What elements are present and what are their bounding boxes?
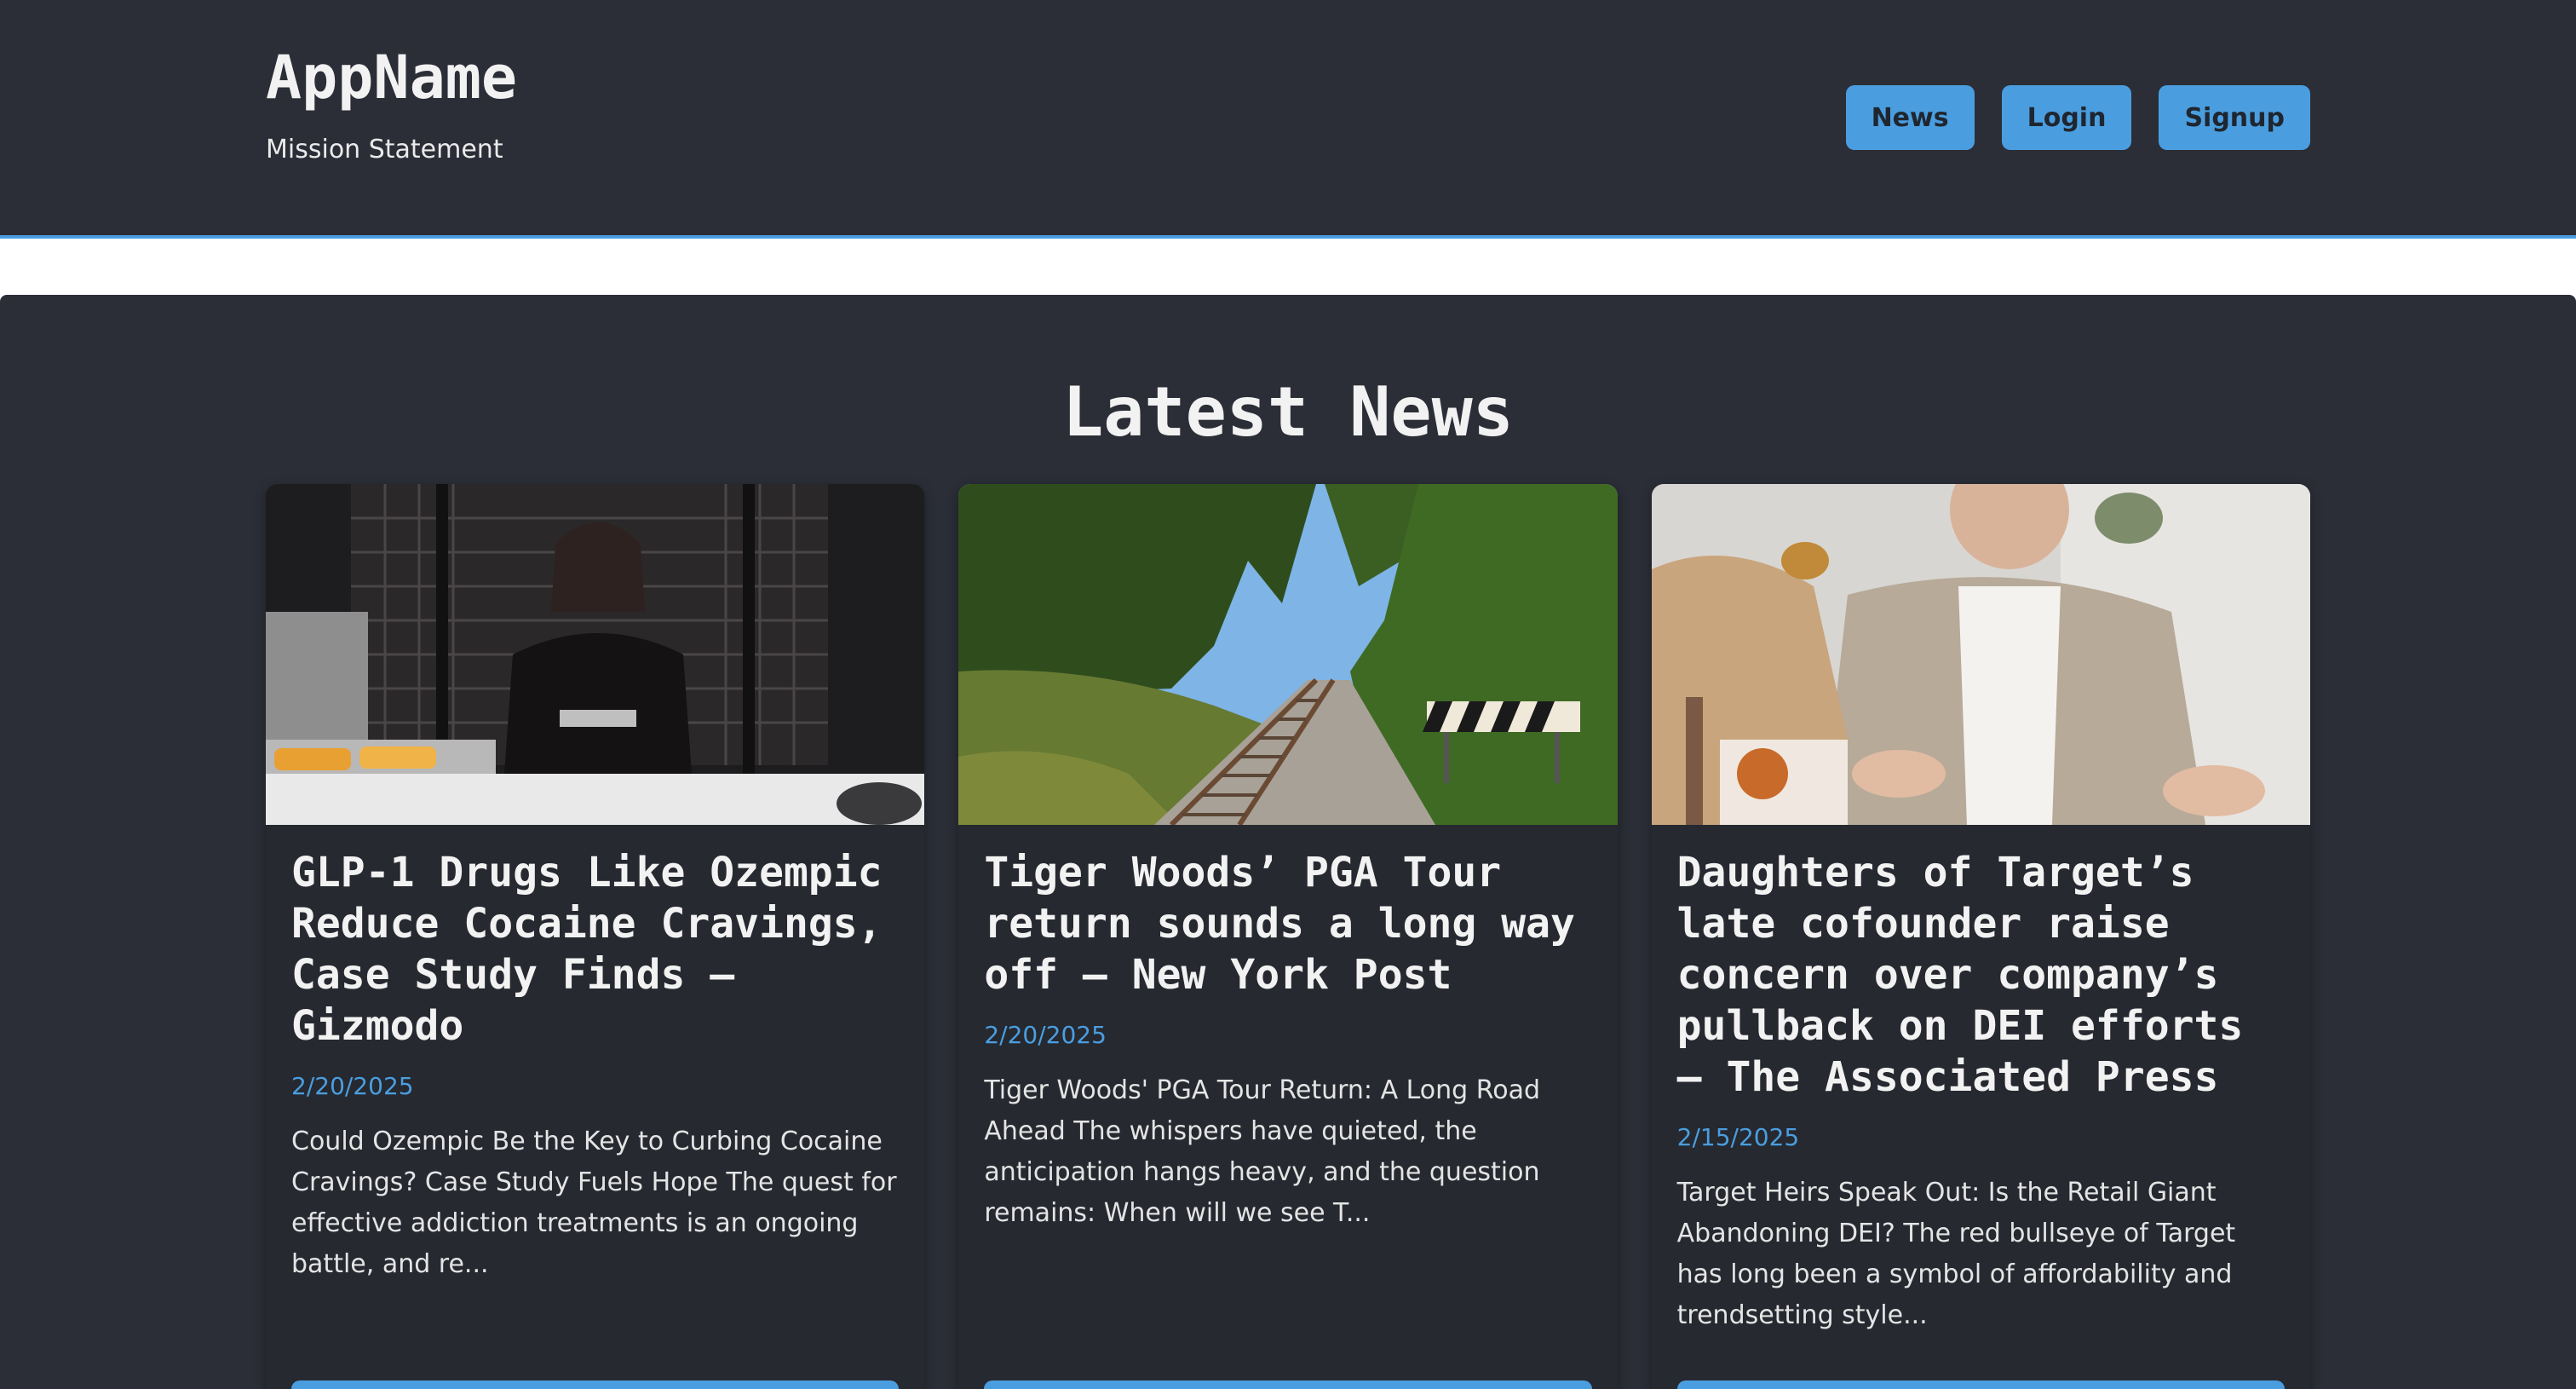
card-image[interactable] <box>1651 484 2310 825</box>
card-body: Tiger Woods’ PGA Tour return sounds a lo… <box>958 825 1617 1234</box>
card-body: Daughters of Target’s late cofounder rai… <box>1652 825 2310 1336</box>
login-button[interactable]: Login <box>2001 85 2132 150</box>
card-title[interactable]: Tiger Woods’ PGA Tour return sounds a lo… <box>984 847 1591 1000</box>
card-excerpt: Target Heirs Speak Out: Is the Retail Gi… <box>1676 1178 2236 1330</box>
app-name[interactable]: AppName <box>266 37 517 118</box>
section-title: Latest News <box>1062 372 1514 452</box>
news-card[interactable]: Daughters of Target’s late cofounder rai… <box>1651 484 2310 1389</box>
card-title[interactable]: Daughters of Target’s late cofounder rai… <box>1677 847 2285 1103</box>
card-title[interactable]: GLP-1 Drugs Like Ozempic Reduce Cocaine … <box>291 847 899 1052</box>
page: AppName Mission Statement News Login Sig… <box>0 0 2576 1389</box>
read-more-button[interactable] <box>984 1380 1592 1389</box>
news-card[interactable]: Tiger Woods’ PGA Tour return sounds a lo… <box>958 484 1618 1389</box>
news-section: Latest News GLP-1 Drugs Like Ozempic Red… <box>0 295 2576 1389</box>
card-body: GLP-1 Drugs Like Ozempic Reduce Cocaine … <box>266 825 924 1285</box>
news-card-list: GLP-1 Drugs Like Ozempic Reduce Cocaine … <box>266 484 2310 1389</box>
read-more-button[interactable] <box>291 1380 900 1389</box>
card-image[interactable] <box>958 484 1618 825</box>
news-card[interactable]: GLP-1 Drugs Like Ozempic Reduce Cocaine … <box>266 484 925 1389</box>
read-more-button[interactable] <box>1676 1380 2285 1389</box>
site-header: AppName Mission Statement News Login Sig… <box>0 0 2576 239</box>
card-date: 2/20/2025 <box>291 1072 414 1100</box>
card-excerpt: Could Ozempic Be the Key to Curbing Coca… <box>291 1127 897 1279</box>
card-date: 2/15/2025 <box>1676 1123 1800 1151</box>
card-image[interactable] <box>266 484 925 825</box>
top-nav: News Login Signup <box>1845 85 2310 150</box>
mission-statement: Mission Statement <box>266 135 503 164</box>
news-button[interactable]: News <box>1845 85 1975 150</box>
signup-button[interactable]: Signup <box>2159 85 2310 150</box>
card-date: 2/20/2025 <box>984 1021 1107 1049</box>
card-excerpt: Tiger Woods' PGA Tour Return: A Long Roa… <box>984 1075 1541 1228</box>
